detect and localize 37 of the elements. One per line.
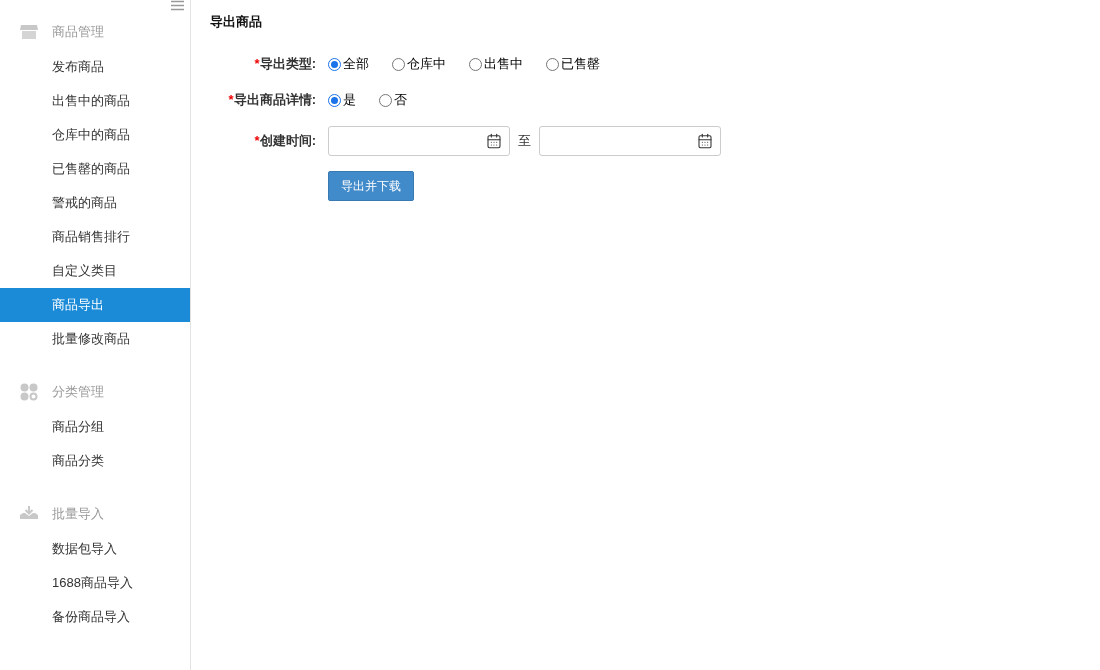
radio-option[interactable]: 全部: [328, 54, 369, 74]
sidebar-item[interactable]: 出售中的商品: [0, 84, 190, 118]
download-tray-icon: [20, 506, 38, 522]
field-label: *创建时间:: [253, 132, 317, 151]
calendar-icon: [697, 133, 713, 149]
sidebar-group-title: 商品管理: [52, 23, 104, 42]
menu-icon[interactable]: [171, 0, 184, 11]
store-icon: [20, 24, 38, 40]
sidebar-item[interactable]: 警戒的商品: [0, 186, 190, 220]
calendar-icon: [486, 133, 502, 149]
sidebar-item[interactable]: 批量修改商品: [0, 322, 190, 356]
field-label: *导出类型:: [253, 55, 317, 74]
apps-icon: [20, 383, 38, 401]
radio-option[interactable]: 出售中: [469, 54, 523, 74]
radio-option[interactable]: 是: [328, 90, 356, 110]
sidebar-item[interactable]: 1688商品导入: [0, 566, 190, 600]
export-download-button[interactable]: 导出并下载: [328, 171, 414, 201]
date-field[interactable]: [539, 126, 721, 156]
radio-option[interactable]: 仓库中: [392, 54, 446, 74]
sidebar-item[interactable]: 备份商品导入: [0, 600, 190, 634]
date-field[interactable]: [328, 126, 510, 156]
sidebar-item[interactable]: 发布商品: [0, 50, 190, 84]
sidebar-item[interactable]: 已售罄的商品: [0, 152, 190, 186]
sidebar-item[interactable]: 自定义类目: [0, 254, 190, 288]
sidebar-group-title: 批量导入: [52, 505, 104, 524]
sidebar-item[interactable]: 仓库中的商品: [0, 118, 190, 152]
radio-option[interactable]: 否: [379, 90, 407, 110]
sidebar-item[interactable]: 商品销售排行: [0, 220, 190, 254]
sidebar-group-title: 分类管理: [52, 383, 104, 402]
radio-option[interactable]: 已售罄: [546, 54, 600, 74]
sidebar-item[interactable]: 商品分组: [0, 410, 190, 444]
page-title: 导出商品: [210, 13, 263, 31]
sidebar-item[interactable]: 商品导出: [0, 288, 190, 322]
sidebar-item[interactable]: 数据包导入: [0, 532, 190, 566]
field-label: *导出商品详情:: [227, 91, 317, 110]
sidebar-item[interactable]: 商品分类: [0, 444, 190, 478]
range-separator: 至: [518, 132, 531, 151]
